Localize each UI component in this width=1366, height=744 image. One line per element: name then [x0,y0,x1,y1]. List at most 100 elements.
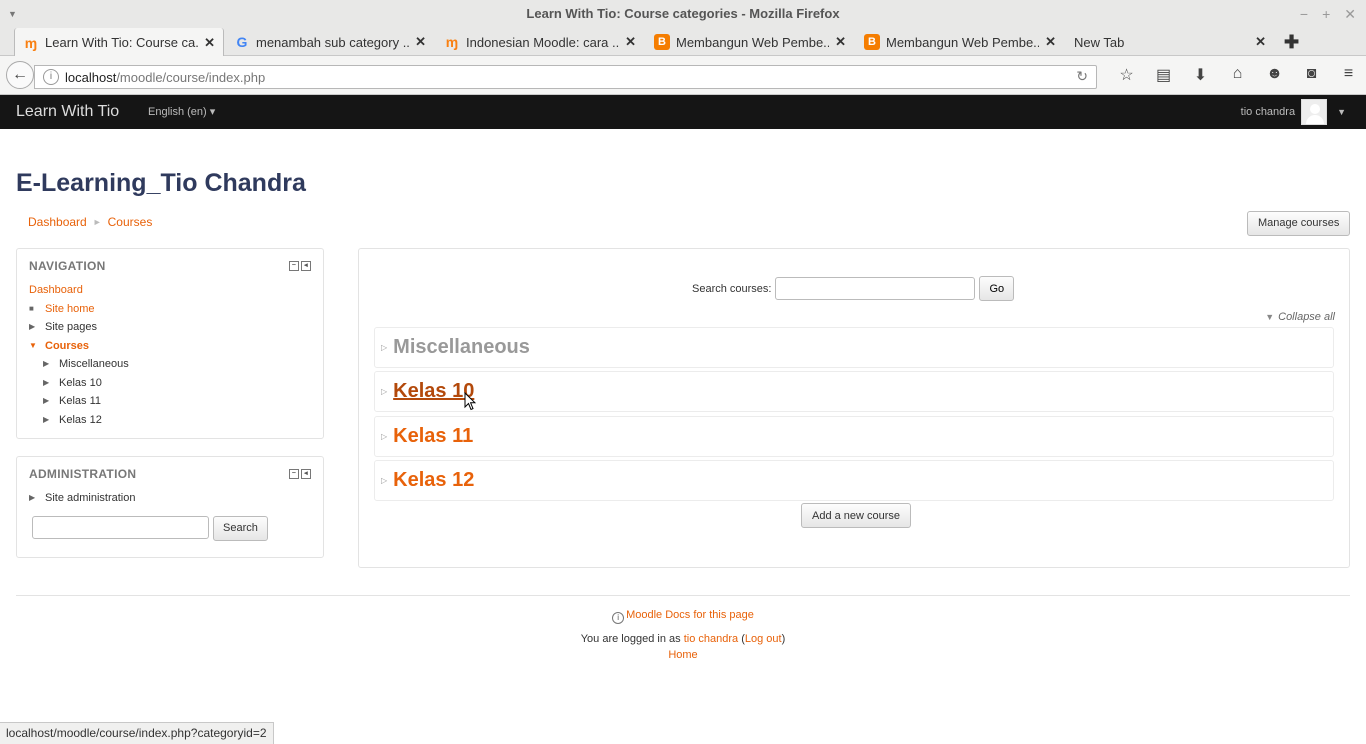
maximize-icon[interactable]: + [1322,0,1330,28]
close-window-icon[interactable]: ✕ [1344,0,1356,28]
blogger-icon: B [864,34,880,50]
download-icon[interactable]: ⬇ [1182,65,1219,85]
tab-label: New Tab [1074,34,1125,50]
pocket-icon[interactable]: ◙ [1293,65,1330,85]
bullet-icon: ■ [29,303,34,313]
admin-search-button[interactable]: Search [213,515,268,541]
administration-block: ADMINISTRATION − ◂ ▶ Site administration … [16,456,324,558]
home-icon[interactable]: ⌂ [1219,65,1256,85]
minimize-block-icon[interactable]: − [289,469,299,479]
course-search-input[interactable] [775,277,976,300]
minimize-icon[interactable]: − [1300,0,1308,28]
moodle-docs-link[interactable]: Moodle Docs for this page [626,609,754,621]
nav-item-dashboard[interactable]: Dashboard [29,281,311,300]
nav-item-site-home[interactable]: ■ Site home [29,300,311,319]
nav-item-kelas-12[interactable]: ▶ Kelas 12 [29,411,311,430]
bookmark-star-icon[interactable]: ☆ [1108,65,1145,85]
expand-arrow-icon[interactable]: ▶ [29,318,45,336]
reading-list-icon[interactable]: ▤ [1145,65,1182,85]
nav-label[interactable]: Kelas 11 [59,392,101,410]
block-title: NAVIGATION − ◂ [17,249,323,281]
course-search-go-button[interactable]: Go [979,276,1015,301]
category-name[interactable]: Kelas 10 [393,380,474,403]
category-kelas-10[interactable]: ▷ Kelas 10 [374,371,1334,412]
block-title: ADMINISTRATION − ◂ [17,457,323,489]
category-kelas-12[interactable]: ▷ Kelas 12 [374,460,1334,501]
nav-label[interactable]: Miscellaneous [59,355,129,373]
expand-arrow-icon[interactable]: ▶ [43,411,59,429]
collapse-triangle-icon: ▼ [1265,312,1275,322]
window-menu-icon[interactable]: ▼ [8,0,17,28]
manage-courses-button[interactable]: Manage courses [1247,211,1351,236]
expand-triangle-icon[interactable]: ▷ [381,476,387,485]
nav-item-site-administration[interactable]: ▶ Site administration [29,489,311,508]
avatar [1301,99,1328,125]
user-profile-link[interactable]: tio chandra [684,633,738,645]
expand-arrow-icon[interactable]: ▶ [43,392,59,410]
tab-membangun-web-2[interactable]: B Membangun Web Pembe... ✕ [856,28,1064,56]
collapse-arrow-icon[interactable]: ▼ [29,337,45,355]
user-menu[interactable]: tio chandra ▼ [1241,99,1346,125]
close-tab-icon[interactable]: ✕ [1045,34,1056,50]
category-name[interactable]: Kelas 11 [393,425,473,448]
nav-label[interactable]: Dashboard [29,281,83,299]
close-tab-icon[interactable]: ✕ [625,34,636,50]
category-kelas-11[interactable]: ▷ Kelas 11 [374,416,1334,457]
expand-triangle-icon[interactable]: ▷ [381,343,387,352]
close-tab-icon[interactable]: ✕ [835,34,846,50]
tab-google-search[interactable]: G menambah sub category ... ✕ [226,28,434,56]
nav-item-kelas-11[interactable]: ▶ Kelas 11 [29,392,311,411]
nav-label[interactable]: Courses [45,337,89,355]
new-tab-icon[interactable]: ✚ [1284,32,1299,53]
reload-icon[interactable]: ↻ [1076,68,1088,85]
tab-membangun-web-1[interactable]: B Membangun Web Pembe... ✕ [646,28,854,56]
nav-item-courses[interactable]: ▼ Courses [29,337,311,356]
nav-item-kelas-10[interactable]: ▶ Kelas 10 [29,374,311,393]
add-new-course-button[interactable]: Add a new course [801,503,912,528]
language-menu[interactable]: English (en) ▾ [148,95,215,129]
minimize-block-icon[interactable]: − [289,261,299,271]
close-tab-icon[interactable]: ✕ [1255,34,1266,50]
back-icon[interactable]: ← [6,61,34,89]
url-bar[interactable]: i localhost/moodle/course/index.php ↻ [34,65,1097,89]
home-link[interactable]: Home [668,649,697,661]
navigation-title: NAVIGATION [29,259,106,273]
nav-label[interactable]: Site home [45,300,95,318]
google-icon: G [236,34,248,50]
breadcrumb-separator-icon: ► [92,217,102,227]
category-name[interactable]: Miscellaneous [393,336,530,359]
logout-link[interactable]: Log out [745,633,782,645]
nav-item-site-pages[interactable]: ▶ Site pages [29,318,311,337]
site-brand[interactable]: Learn With Tio [16,95,119,129]
menu-icon[interactable]: ≡ [1330,65,1366,85]
moodle-icon: ɱ [445,34,459,50]
nav-label[interactable]: Kelas 10 [59,374,102,392]
expand-triangle-icon[interactable]: ▷ [381,387,387,396]
category-miscellaneous[interactable]: ▷ Miscellaneous [374,327,1334,368]
nav-item-miscellaneous[interactable]: ▶ Miscellaneous [29,355,311,374]
chat-icon[interactable]: ☻ [1256,65,1293,85]
breadcrumb-courses[interactable]: Courses [108,215,153,229]
category-name[interactable]: Kelas 12 [393,469,474,492]
collapse-all-link[interactable]: ▼ Collapse all [1265,311,1335,323]
admin-search-input[interactable] [32,515,209,539]
breadcrumb-dashboard[interactable]: Dashboard [28,215,87,229]
expand-arrow-icon[interactable]: ▶ [43,355,59,373]
nav-label[interactable]: Site pages [45,318,97,336]
tab-learn-with-tio[interactable]: ɱ Learn With Tio: Course ca... ✕ [14,28,224,57]
expand-arrow-icon[interactable]: ▶ [43,374,59,392]
mouse-cursor-icon [464,392,476,411]
tab-new-tab[interactable]: New Tab ✕ [1066,28,1274,56]
dock-block-icon[interactable]: ◂ [301,469,311,479]
info-icon[interactable]: i [43,69,59,85]
expand-arrow-icon[interactable]: ▶ [29,489,45,507]
nav-label[interactable]: Kelas 12 [59,411,102,429]
dock-block-icon[interactable]: ◂ [301,261,311,271]
expand-triangle-icon[interactable]: ▷ [381,432,387,441]
course-search-label: Search courses: [692,282,772,295]
nav-label[interactable]: Site administration [45,489,136,507]
close-tab-icon[interactable]: ✕ [204,35,215,51]
administration-title: ADMINISTRATION [29,467,137,481]
tab-indonesian-moodle[interactable]: ɱ Indonesian Moodle: cara ... ✕ [436,28,644,56]
close-tab-icon[interactable]: ✕ [415,34,426,50]
